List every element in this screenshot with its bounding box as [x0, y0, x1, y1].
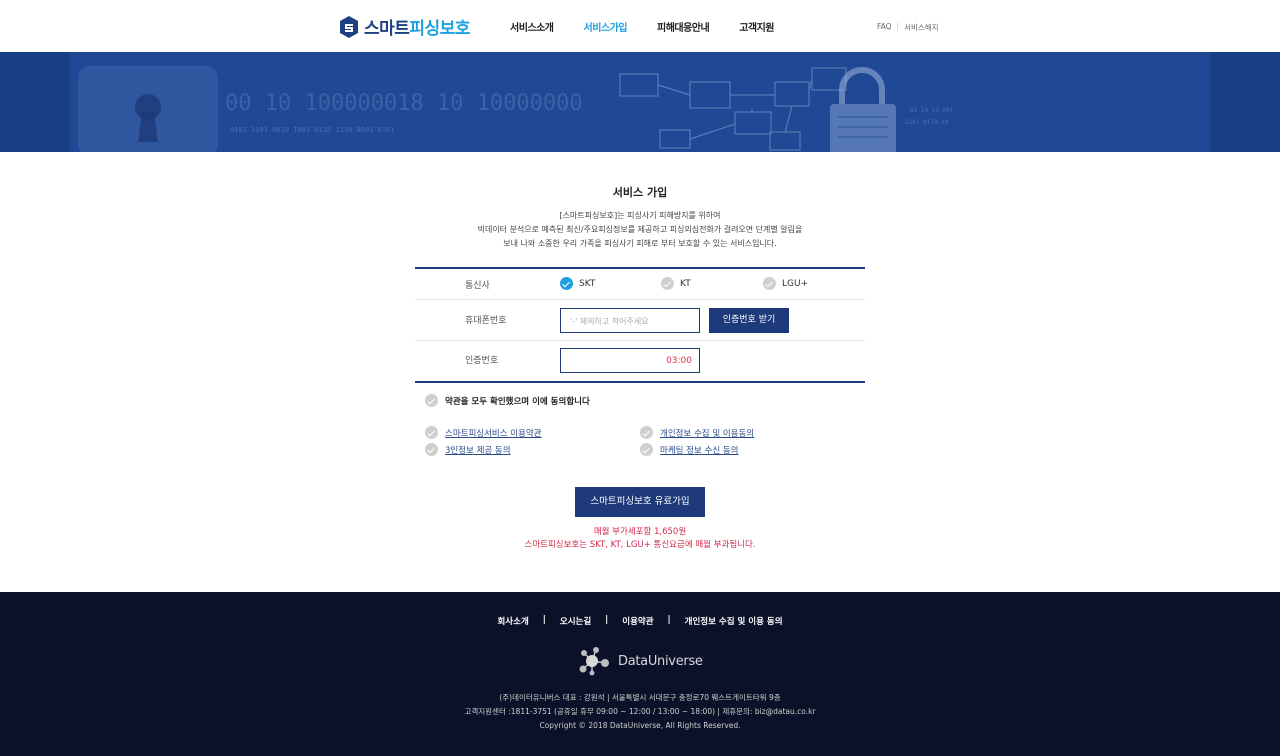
logo-text-primary: 스마트: [364, 19, 410, 39]
faq-link[interactable]: FAQ: [877, 22, 892, 33]
phone-number-input[interactable]: '-' 제외하고 적어주세요: [560, 308, 700, 333]
svg-text:01 10 11 001: 01 10 11 001: [910, 107, 954, 114]
hero-banner: 00 10 100000018 10 10000000 0101 1101 00…: [0, 52, 1280, 152]
main-nav: 서비스소개 서비스가입 피해대응안내 고객지원: [510, 19, 804, 34]
check-circle-icon: [640, 443, 653, 456]
site-logo[interactable]: 스마트피싱보호: [340, 14, 470, 39]
page-title: 서비스 가입: [612, 186, 668, 199]
description-line: 빅데이터 분석으로 예측된 최신/주요피싱정보를 제공하고 피싱의심전화가 걸려…: [477, 225, 803, 234]
carrier-option-lgu[interactable]: LGU+: [763, 277, 808, 290]
signup-form: 통신사 SKT KT LGU+ 휴대폰번호 '-' 제외하고 적어주세요 인증번…: [415, 267, 865, 383]
carrier-option-kt[interactable]: KT: [661, 277, 691, 290]
terms-item-service[interactable]: 스마트피싱서비스 이용약관: [425, 426, 542, 439]
footer-logo-text: DataUniverse: [618, 653, 703, 669]
check-circle-icon: [640, 426, 653, 439]
check-circle-icon: [425, 443, 438, 456]
terms-link[interactable]: 스마트피싱서비스 이용약관: [445, 427, 542, 439]
check-circle-icon: [425, 394, 438, 407]
divider: |: [896, 22, 900, 31]
description-line: [스마트피싱보호]는 피싱사기 피해방지를 위하여: [559, 211, 721, 220]
carrier-option-label: KT: [680, 278, 691, 289]
utility-links: FAQ | 서비스해지: [877, 22, 939, 33]
molecule-logo-icon: [579, 647, 609, 676]
countdown-timer: 03:00: [666, 356, 692, 366]
company-info-line: (주)데이터유니버스 대표 : 강원석 | 서울특별시 서대문구 충정로70 웨…: [499, 693, 781, 702]
carrier-label: 통신사: [465, 281, 490, 291]
code-row: 인증번호 03:00: [415, 341, 865, 381]
unsubscribe-link[interactable]: 서비스해지: [904, 22, 939, 33]
check-circle-icon: [425, 426, 438, 439]
check-circle-icon: [763, 277, 776, 290]
description-line: 보내 나와 소중한 우리 가족을 피싱사기 피해로 부터 보호할 수 있는 서비…: [503, 239, 777, 248]
svg-text:0101 1101 0010 1001 0110 1110: 0101 1101 0010 1001 0110 1110 0001 0101: [230, 126, 394, 134]
code-label: 인증번호: [465, 356, 499, 366]
phone-label: 휴대폰번호: [465, 316, 507, 326]
site-header: 스마트피싱보호 서비스소개 서비스가입 피해대응안내 고객지원 FAQ | 서비…: [0, 0, 1280, 52]
company-info-line: 고객지원센터 :1811-3751 (공휴일 휴무 09:00 ~ 12:00 …: [464, 707, 816, 716]
notice-line: 스마트피싱보호는 SKT, KT, LGU+ 통신요금에 매월 부과됩니다.: [524, 540, 756, 550]
copyright: Copyright © 2018 DataUniverse, All Right…: [539, 721, 741, 730]
company-info: (주)데이터유니버스 대표 : 강원석 | 서울특별시 서대문구 충정로70 웨…: [0, 691, 1280, 733]
check-circle-icon: [560, 277, 573, 290]
carrier-option-label: SKT: [579, 278, 596, 289]
footer-link-directions[interactable]: 오시는길: [546, 615, 605, 627]
shield-logo-icon: [340, 15, 358, 38]
nav-item-service-signup[interactable]: 서비스가입: [584, 19, 628, 34]
signup-section: 서비스 가입 [스마트피싱보호]는 피싱사기 피해방지를 위하여 빅데이터 분석…: [0, 152, 1280, 592]
carrier-option-label: LGU+: [782, 278, 809, 289]
check-circle-icon: [661, 277, 674, 290]
phone-row: 휴대폰번호 '-' 제외하고 적어주세요 인증번호 받기: [415, 300, 865, 341]
nav-item-damage-guide[interactable]: 피해대응안내: [657, 19, 710, 34]
carrier-option-skt[interactable]: SKT: [560, 277, 595, 290]
footer-logo: DataUniverse: [578, 645, 703, 677]
footer-link-company[interactable]: 회사소개: [483, 615, 542, 627]
billing-notice: 매월 부가세포함 1,650원 스마트피싱보호는 SKT, KT, LGU+ 통…: [0, 526, 1280, 552]
terms-item-privacy[interactable]: 개인정보 수집 및 이용동의: [640, 426, 754, 439]
terms-link[interactable]: 마케팅 정보 수신 동의: [660, 444, 739, 456]
svg-text:1101 0110 10: 1101 0110 10: [905, 119, 949, 126]
site-footer: 회사소개 | 오시는길 | 이용약관 | 개인정보 수집 및 이용 동의 Dat…: [0, 592, 1280, 756]
agree-all-checkbox[interactable]: 약관을 모두 확인했으며 이에 동의합니다: [425, 394, 590, 407]
logo-text-secondary: 피싱보호: [409, 19, 470, 39]
paid-signup-button[interactable]: 스마트피싱보호 유료가입: [575, 487, 705, 517]
security-banner-illustration: 00 10 100000018 10 10000000 0101 1101 00…: [0, 52, 1280, 152]
footer-link-privacy[interactable]: 개인정보 수집 및 이용 동의: [671, 615, 797, 627]
terms-item-marketing[interactable]: 마케팅 정보 수신 동의: [640, 443, 739, 456]
terms-link[interactable]: 3인정보 제공 동의: [445, 444, 511, 456]
footer-nav: 회사소개 | 오시는길 | 이용약관 | 개인정보 수집 및 이용 동의: [0, 615, 1280, 627]
nav-item-service-intro[interactable]: 서비스소개: [510, 19, 554, 34]
agree-all-label: 약관을 모두 확인했으며 이에 동의합니다: [445, 396, 590, 407]
request-code-button[interactable]: 인증번호 받기: [709, 308, 789, 333]
footer-link-terms[interactable]: 이용약관: [608, 615, 667, 627]
verification-code-input[interactable]: 03:00: [560, 348, 700, 373]
nav-item-customer-support[interactable]: 고객지원: [739, 19, 774, 34]
service-description: [스마트피싱보호]는 피싱사기 피해방지를 위하여 빅데이터 분석으로 예측된 …: [0, 209, 1280, 251]
svg-text:00 10 100000018 10 10000000: 00 10 100000018 10 10000000: [225, 91, 583, 116]
terms-item-third-party[interactable]: 3인정보 제공 동의: [425, 443, 511, 456]
carrier-row: 통신사 SKT KT LGU+: [415, 269, 865, 300]
notice-line: 매월 부가세포함 1,650원: [593, 527, 687, 537]
terms-link[interactable]: 개인정보 수집 및 이용동의: [660, 427, 754, 439]
